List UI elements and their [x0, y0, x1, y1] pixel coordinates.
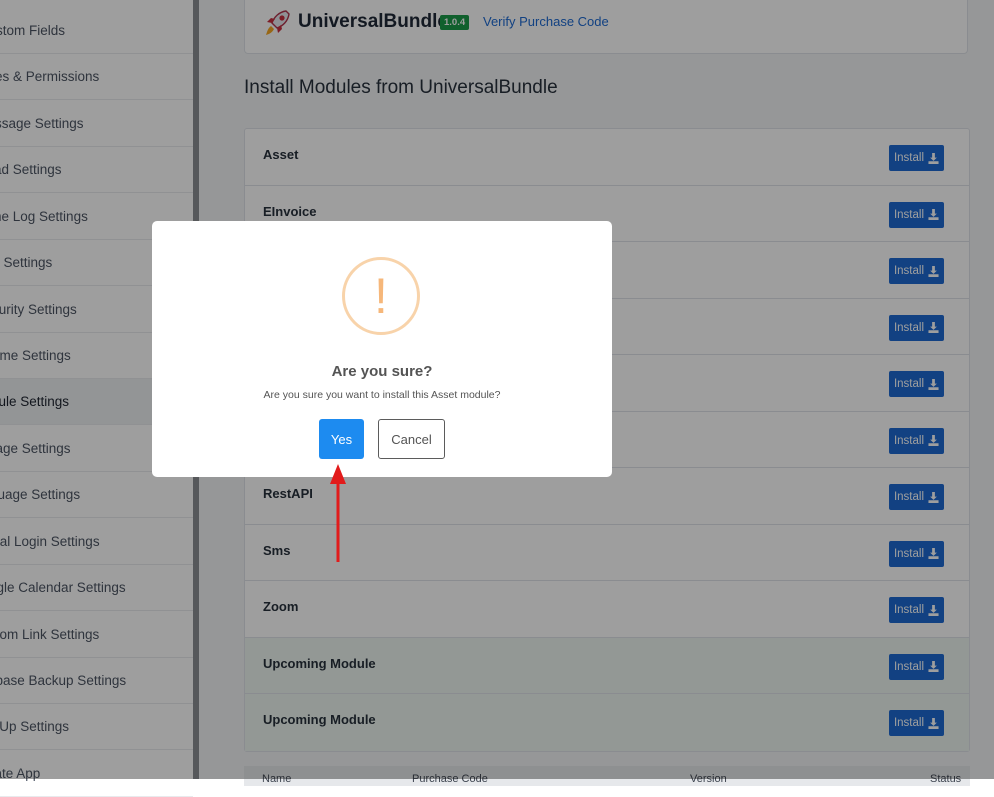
cancel-button[interactable]: Cancel [378, 419, 445, 459]
yes-button[interactable]: Yes [319, 419, 364, 459]
dialog-title: Are you sure? [331, 363, 433, 380]
red-arrow-annotation [330, 464, 346, 562]
confirm-dialog: ! Are you sure? Are you sure you want to… [152, 221, 612, 477]
exclamation-warning-icon: ! [342, 257, 420, 335]
dialog-message: Are you sure you want to install this As… [263, 389, 501, 401]
